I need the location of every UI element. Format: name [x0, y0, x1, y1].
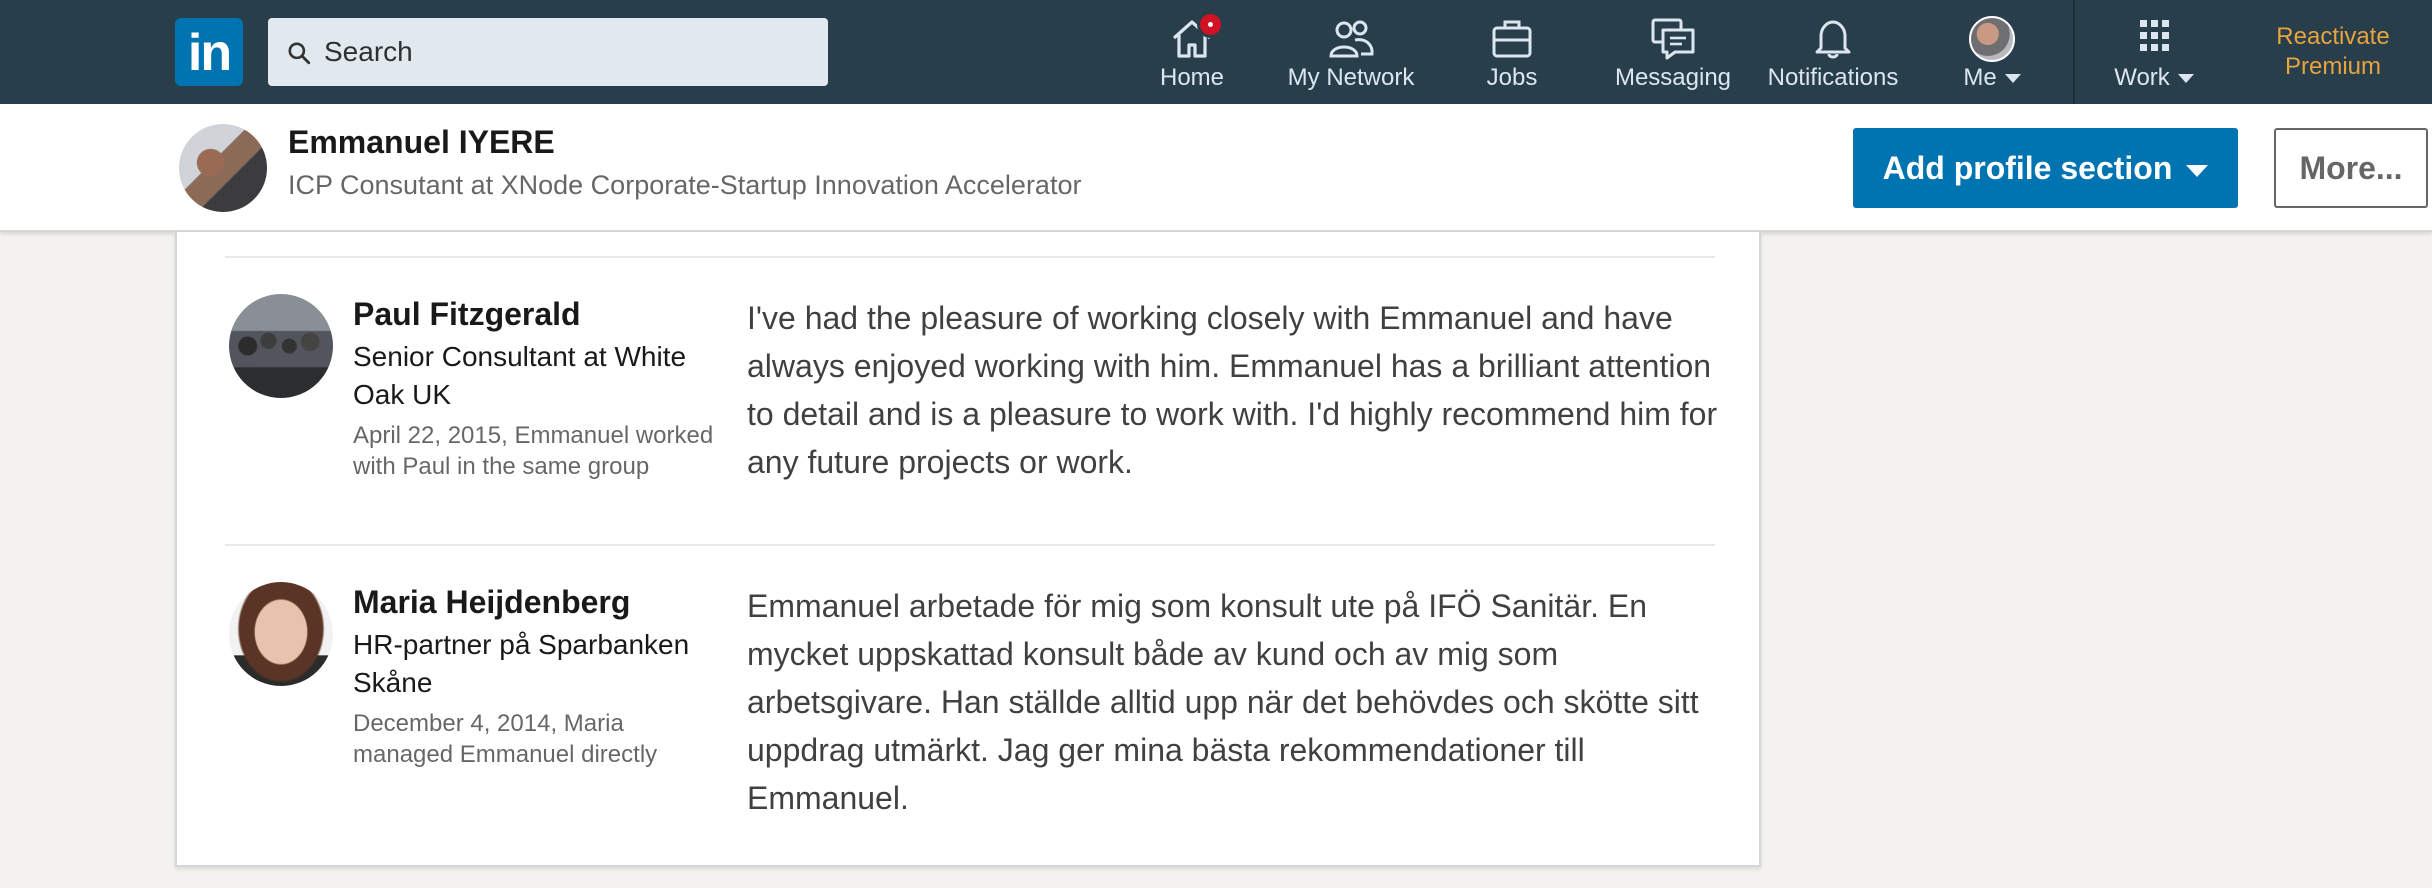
nav-me[interactable]: Me [1950, 0, 2034, 104]
recommender-title: Senior Consultant at White Oak UK [353, 341, 687, 410]
nav-notifications[interactable]: Notifications [1758, 0, 1908, 104]
linkedin-logo[interactable]: in [175, 18, 243, 86]
recommendation-relationship: December 4, 2014, Maria managed Emmanuel… [353, 710, 658, 768]
reactivate-premium-link[interactable]: Reactivate Premium [2258, 22, 2408, 82]
chevron-down-icon [2177, 74, 2194, 84]
bell-icon [1815, 20, 1851, 59]
premium-line-1: Reactivate [2276, 23, 2390, 50]
messaging-icon [1651, 18, 1695, 60]
nav-me-label: Me [1950, 64, 2034, 92]
nav-jobs-label: Jobs [1486, 64, 1538, 91]
add-profile-section-button[interactable]: Add profile section [1853, 128, 2238, 208]
nav-notifications-label: Notifications [1767, 64, 1899, 91]
divider [225, 544, 1715, 546]
search-icon [288, 42, 311, 65]
recommender-name[interactable]: Maria Heijdenberg [353, 582, 723, 622]
nav-work-label: Work [2104, 64, 2204, 92]
nav-my-network[interactable]: My Network [1276, 0, 1426, 104]
nav-my-network-label: My Network [1287, 64, 1415, 91]
network-icon [1329, 20, 1374, 58]
nav-home-label: Home [1159, 64, 1225, 91]
search-input[interactable]: Search [268, 18, 828, 86]
briefcase-icon [1492, 20, 1532, 58]
recommendation-text: I've had the pleasure of working closely… [747, 300, 1718, 480]
nav-messaging-label: Messaging [1614, 64, 1732, 91]
premium-line-2: Premium [2284, 53, 2381, 80]
recommendation-relationship: April 22, 2015, Emmanuel worked with Pau… [353, 422, 714, 480]
profile-name: Emmanuel IYERE [288, 124, 555, 160]
nav-jobs[interactable]: Jobs [1472, 0, 1552, 104]
recommender-avatar[interactable] [229, 294, 333, 398]
recommender-avatar[interactable] [229, 582, 333, 686]
nav-messaging[interactable]: Messaging [1608, 0, 1738, 104]
recommendation-item: Paul Fitzgerald Senior Consultant at Whi… [229, 294, 1719, 524]
divider [225, 256, 1715, 258]
more-button[interactable]: More... [2274, 128, 2428, 208]
recommender-name[interactable]: Paul Fitzgerald [353, 294, 723, 334]
recommendation-item: Maria Heijdenberg HR-partner på Sparbank… [229, 582, 1719, 832]
global-nav: in Search Home My Network Jobs Messaging… [0, 0, 2432, 104]
me-avatar [1969, 16, 2015, 62]
profile-sticky-header: Emmanuel IYERE ICP Consutant at XNode Co… [0, 104, 2432, 232]
grid-icon [2140, 20, 2169, 51]
chevron-down-icon [2186, 164, 2209, 177]
recommendation-text: Emmanuel arbetade för mig som konsult ut… [747, 588, 1699, 816]
search-placeholder: Search [324, 36, 413, 67]
profile-headline: ICP Consutant at XNode Corporate-Startup… [288, 170, 1082, 200]
chevron-down-icon [2004, 74, 2021, 84]
recommender-title: HR-partner på Sparbanken Skåne [353, 629, 690, 698]
profile-photo[interactable] [179, 124, 267, 212]
nav-divider [2073, 0, 2075, 104]
nav-work[interactable]: Work [2104, 0, 2204, 104]
recommendations-card: Paul Fitzgerald Senior Consultant at Whi… [175, 232, 1761, 867]
notification-badge [1197, 11, 1224, 38]
